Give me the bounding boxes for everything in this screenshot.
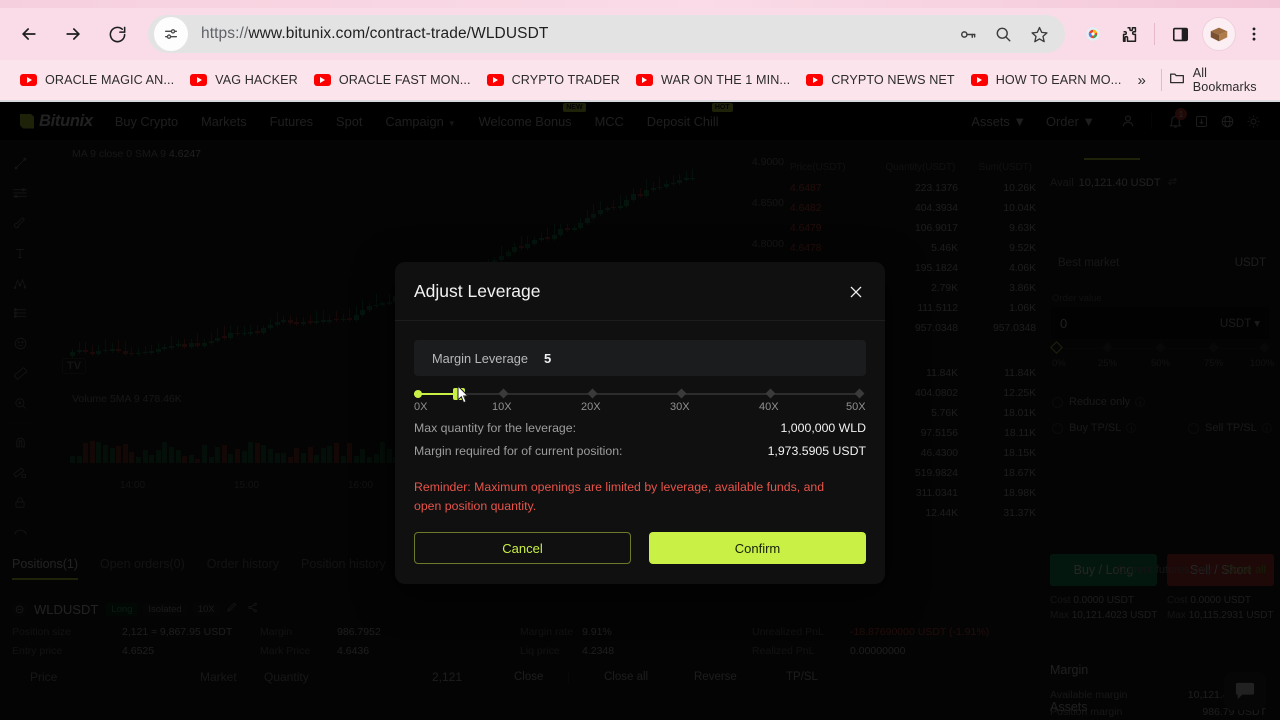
slider-tick-10x[interactable]: [498, 388, 509, 399]
toolbar-divider: [1154, 23, 1155, 45]
youtube-icon: [313, 74, 331, 86]
bookmark-item[interactable]: ORACLE FAST MON...: [306, 66, 479, 94]
bookmark-item[interactable]: ORACLE MAGIC AN...: [12, 66, 182, 94]
youtube-icon: [190, 74, 208, 86]
max-quantity-label: Max quantity for the leverage:: [414, 421, 576, 435]
bookmarks-bar: ORACLE MAGIC AN... VAG HACKER ORACLE FAS…: [0, 60, 1280, 100]
reminder-text: Reminder: Maximum openings are limited b…: [414, 480, 825, 513]
slider-tick-20x[interactable]: [587, 388, 598, 399]
browser-toolbar: https://www.bitunix.com/contract-trade/W…: [0, 8, 1280, 60]
slider-tick-40x[interactable]: [765, 388, 776, 399]
bookmark-item[interactable]: VAG HACKER: [182, 66, 306, 94]
margin-leverage-label: Margin Leverage: [432, 350, 529, 366]
browser-chrome: https://www.bitunix.com/contract-trade/W…: [0, 0, 1280, 102]
bookmark-label: CRYPTO TRADER: [511, 73, 620, 87]
back-button[interactable]: [12, 17, 46, 51]
bookmark-label: ORACLE MAGIC AN...: [45, 73, 175, 87]
cancel-button[interactable]: Cancel: [414, 532, 631, 564]
youtube-icon: [970, 74, 988, 86]
bookmarks-overflow-button[interactable]: »: [1129, 72, 1153, 89]
adjust-leverage-modal: Adjust Leverage Margin Leverage 5 0X 10X…: [395, 262, 885, 584]
slider-label-30x: 30X: [670, 401, 690, 413]
bookmark-label: WAR ON THE 1 MIN...: [660, 73, 791, 87]
slider-label-0x: 0X: [414, 401, 428, 413]
reload-button[interactable]: [100, 17, 134, 51]
margin-leverage-value: 5: [544, 350, 552, 366]
browser-right-actions: [1075, 16, 1280, 52]
screen: https://www.bitunix.com/contract-trade/W…: [0, 0, 1280, 720]
site-settings-icon[interactable]: [154, 17, 188, 51]
modal-divider: [395, 320, 885, 321]
confirm-button[interactable]: Confirm: [649, 532, 866, 564]
margin-leverage-input[interactable]: Margin Leverage 5: [414, 340, 866, 376]
all-bookmarks-label: All Bookmarks: [1192, 66, 1257, 94]
youtube-icon: [486, 74, 504, 86]
password-key-icon[interactable]: [949, 16, 985, 52]
bookmark-label: VAG HACKER: [215, 73, 298, 87]
youtube-icon: [635, 74, 653, 86]
bookmark-star-icon[interactable]: [1021, 16, 1057, 52]
margin-required-row: Margin required for of current position:…: [414, 444, 866, 462]
slider-label-50x: 50X: [846, 401, 866, 413]
folder-icon: [1169, 71, 1185, 90]
slider-origin: [414, 390, 422, 398]
three-dot-menu-icon[interactable]: [1236, 16, 1272, 52]
tab-strip: [0, 0, 1280, 8]
margin-required-value: 1,973.5905 USDT: [767, 444, 866, 458]
bookmarks-divider: [1160, 69, 1162, 91]
bookmark-label: HOW TO EARN MO...: [995, 73, 1122, 87]
max-quantity-row: Max quantity for the leverage: 1,000,000…: [414, 421, 866, 439]
slider-tick-30x[interactable]: [676, 388, 687, 399]
forward-button[interactable]: [56, 17, 90, 51]
zoom-search-icon[interactable]: [985, 16, 1021, 52]
bookmark-item[interactable]: CRYPTO TRADER: [479, 66, 628, 94]
bookmark-item[interactable]: WAR ON THE 1 MIN...: [628, 66, 798, 94]
address-bar[interactable]: https://www.bitunix.com/contract-trade/W…: [148, 15, 1065, 53]
slider-tick-50x[interactable]: [854, 388, 865, 399]
max-quantity-value: 1,000,000 WLD: [780, 421, 866, 435]
all-bookmarks-button[interactable]: All Bookmarks: [1169, 66, 1280, 94]
bookmark-label: ORACLE FAST MON...: [338, 73, 471, 87]
profile-avatar-icon[interactable]: [1202, 17, 1236, 51]
bookmark-item[interactable]: CRYPTO NEWS NET: [798, 66, 963, 94]
slider-track: [414, 393, 862, 395]
modal-title: Adjust Leverage: [414, 281, 541, 301]
slider-label-10x: 10X: [492, 401, 512, 413]
bookmark-label: CRYPTO NEWS NET: [831, 73, 955, 87]
margin-required-label: Margin required for of current position:: [414, 444, 623, 458]
youtube-icon: [20, 74, 37, 86]
chrome-labs-icon[interactable]: [1075, 16, 1111, 52]
close-x-icon[interactable]: [844, 280, 868, 304]
slider-label-20x: 20X: [581, 401, 601, 413]
bookmark-item[interactable]: HOW TO EARN MO...: [963, 66, 1130, 94]
extensions-puzzle-icon[interactable]: [1111, 16, 1147, 52]
slider-label-40x: 40X: [759, 401, 779, 413]
side-panel-icon[interactable]: [1162, 16, 1198, 52]
youtube-icon: [806, 74, 824, 86]
slider-thumb[interactable]: [452, 388, 465, 400]
leverage-slider[interactable]: [414, 388, 866, 402]
url-text: https://www.bitunix.com/contract-trade/W…: [201, 25, 549, 42]
omnibox-actions: [949, 16, 1065, 52]
slider-tick-labels: 0X 10X 20X 30X 40X 50X: [414, 401, 869, 415]
